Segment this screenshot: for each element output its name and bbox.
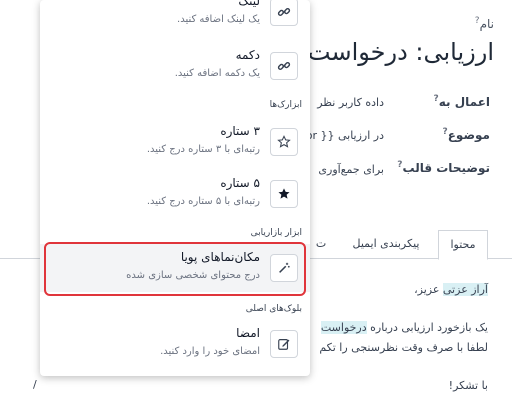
menu-item-title: امضا xyxy=(236,326,260,340)
menu-item-desc: رتبه‌ای با ۵ ستاره درج کنید. xyxy=(146,196,260,207)
menu-item-desc: رتبه‌ای با ۳ ستاره درج کنید. xyxy=(146,144,260,155)
apply-to-field[interactable]: داده کاربر نظر xyxy=(317,96,384,109)
subject-field[interactable]: در ارزیابی {{ for xyxy=(302,129,384,142)
greeting-line[interactable]: آراز عزتی عزیز، xyxy=(414,283,488,296)
thanks-line[interactable]: با تشکر! xyxy=(449,379,488,392)
menu-item-title: لینک xyxy=(238,0,260,8)
cursor-slash: / xyxy=(33,378,37,391)
command-menu: لینک یک لینک اضافه کنید. دکمه یک دکمه اض… xyxy=(40,0,310,376)
menu-item-3-stars[interactable]: ۳ ستاره رتبه‌ای با ۳ ستاره درج کنید. xyxy=(40,118,310,166)
apply-to-label: اعمال به? xyxy=(433,94,490,109)
category-tools: ابزارک‌ها xyxy=(269,100,302,110)
category-basic-blocks: بلوک‌های اصلی xyxy=(245,304,302,314)
pencil-square-icon xyxy=(270,330,298,358)
star-outline-icon xyxy=(270,128,298,156)
menu-item-title: ۵ ستاره xyxy=(220,176,260,190)
menu-item-desc: یک لینک اضافه کنید. xyxy=(177,14,260,25)
name-label: نام? xyxy=(474,16,494,31)
highlight-annotation xyxy=(44,242,306,296)
menu-item-link[interactable]: لینک یک لینک اضافه کنید. xyxy=(40,0,310,36)
link-icon xyxy=(270,0,298,26)
menu-item-signature[interactable]: امضا امضای خود را وارد کنید. xyxy=(40,320,310,368)
body-line-2[interactable]: لطفا با صرف وقت نظرسنجی را تکم xyxy=(319,341,488,354)
menu-item-desc: یک دکمه اضافه کنید. xyxy=(174,68,260,79)
template-desc-field[interactable]: برای جمع‌آوری xyxy=(318,163,384,176)
menu-item-title: دکمه xyxy=(235,48,260,62)
template-desc-label: توضیحات قالب? xyxy=(397,160,490,175)
tab-content[interactable]: محتوا xyxy=(438,230,488,260)
body-line-1[interactable]: یک بازخورد ارزیابی درباره درخواست xyxy=(320,321,488,334)
tab-more[interactable]: ت xyxy=(310,230,332,258)
subject-label: موضوع? xyxy=(442,127,490,142)
menu-item-button[interactable]: دکمه یک دکمه اضافه کنید. xyxy=(40,42,310,90)
placeholder-request[interactable]: درخواست xyxy=(320,321,367,334)
tab-email-config[interactable]: پیکربندی ایمیل xyxy=(332,230,440,258)
link-icon xyxy=(270,52,298,80)
menu-item-title: ۳ ستاره xyxy=(220,124,260,138)
star-filled-icon xyxy=(270,180,298,208)
page-title[interactable]: ارزیابی: درخواست xyxy=(308,38,494,66)
menu-item-5-stars[interactable]: ۵ ستاره رتبه‌ای با ۵ ستاره درج کنید. xyxy=(40,170,310,218)
category-marketing: ابزار بازاریابی xyxy=(250,228,302,238)
menu-item-desc: امضای خود را وارد کنید. xyxy=(160,346,260,357)
placeholder-name[interactable]: آراز عزتی xyxy=(442,283,488,296)
